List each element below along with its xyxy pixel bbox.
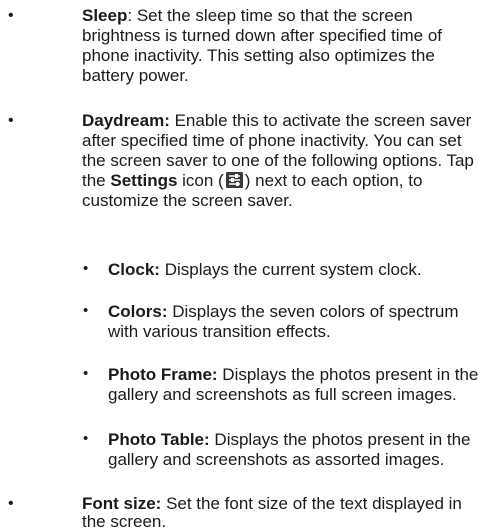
settings-label: Settings bbox=[110, 171, 178, 190]
clock-option: • Clock: Displays the current system clo… bbox=[0, 260, 494, 280]
bullet: • bbox=[8, 495, 14, 512]
photo-table-title: Photo Table: bbox=[108, 430, 210, 449]
sub-bullet: • bbox=[83, 260, 89, 277]
colors-option: • Colors: Displays the seven colors of s… bbox=[0, 302, 494, 342]
daydream-item: • Daydream: Enable this to activate the … bbox=[0, 111, 494, 211]
daydream-title: Daydream: bbox=[82, 111, 170, 130]
clock-description: Displays the current system clock. bbox=[159, 260, 422, 279]
icon-open-text: icon ( bbox=[177, 171, 224, 190]
colors-title: Colors: bbox=[108, 302, 168, 321]
sub-bullet: • bbox=[83, 430, 89, 447]
sub-bullet: • bbox=[83, 302, 89, 319]
font-size-title: Font size: bbox=[82, 494, 162, 513]
clock-title: Clock: bbox=[108, 260, 160, 279]
bullet: • bbox=[8, 112, 14, 129]
sleep-description: Set the sleep time so that the screen br… bbox=[82, 6, 443, 85]
photo-frame-option: • Photo Frame: Displays the photos prese… bbox=[0, 365, 494, 405]
sub-bullet: • bbox=[83, 365, 89, 382]
bullet: • bbox=[8, 7, 14, 24]
sleep-item: • Sleep: Set the sleep time so that the … bbox=[0, 6, 494, 86]
photo-frame-title: Photo Frame: bbox=[108, 365, 218, 384]
photo-table-option: • Photo Table: Displays the photos prese… bbox=[0, 430, 494, 470]
sleep-title: Sleep bbox=[82, 6, 128, 25]
font-size-item: • Font size: Set the font size of the te… bbox=[0, 495, 494, 531]
settings-icon bbox=[225, 172, 243, 188]
